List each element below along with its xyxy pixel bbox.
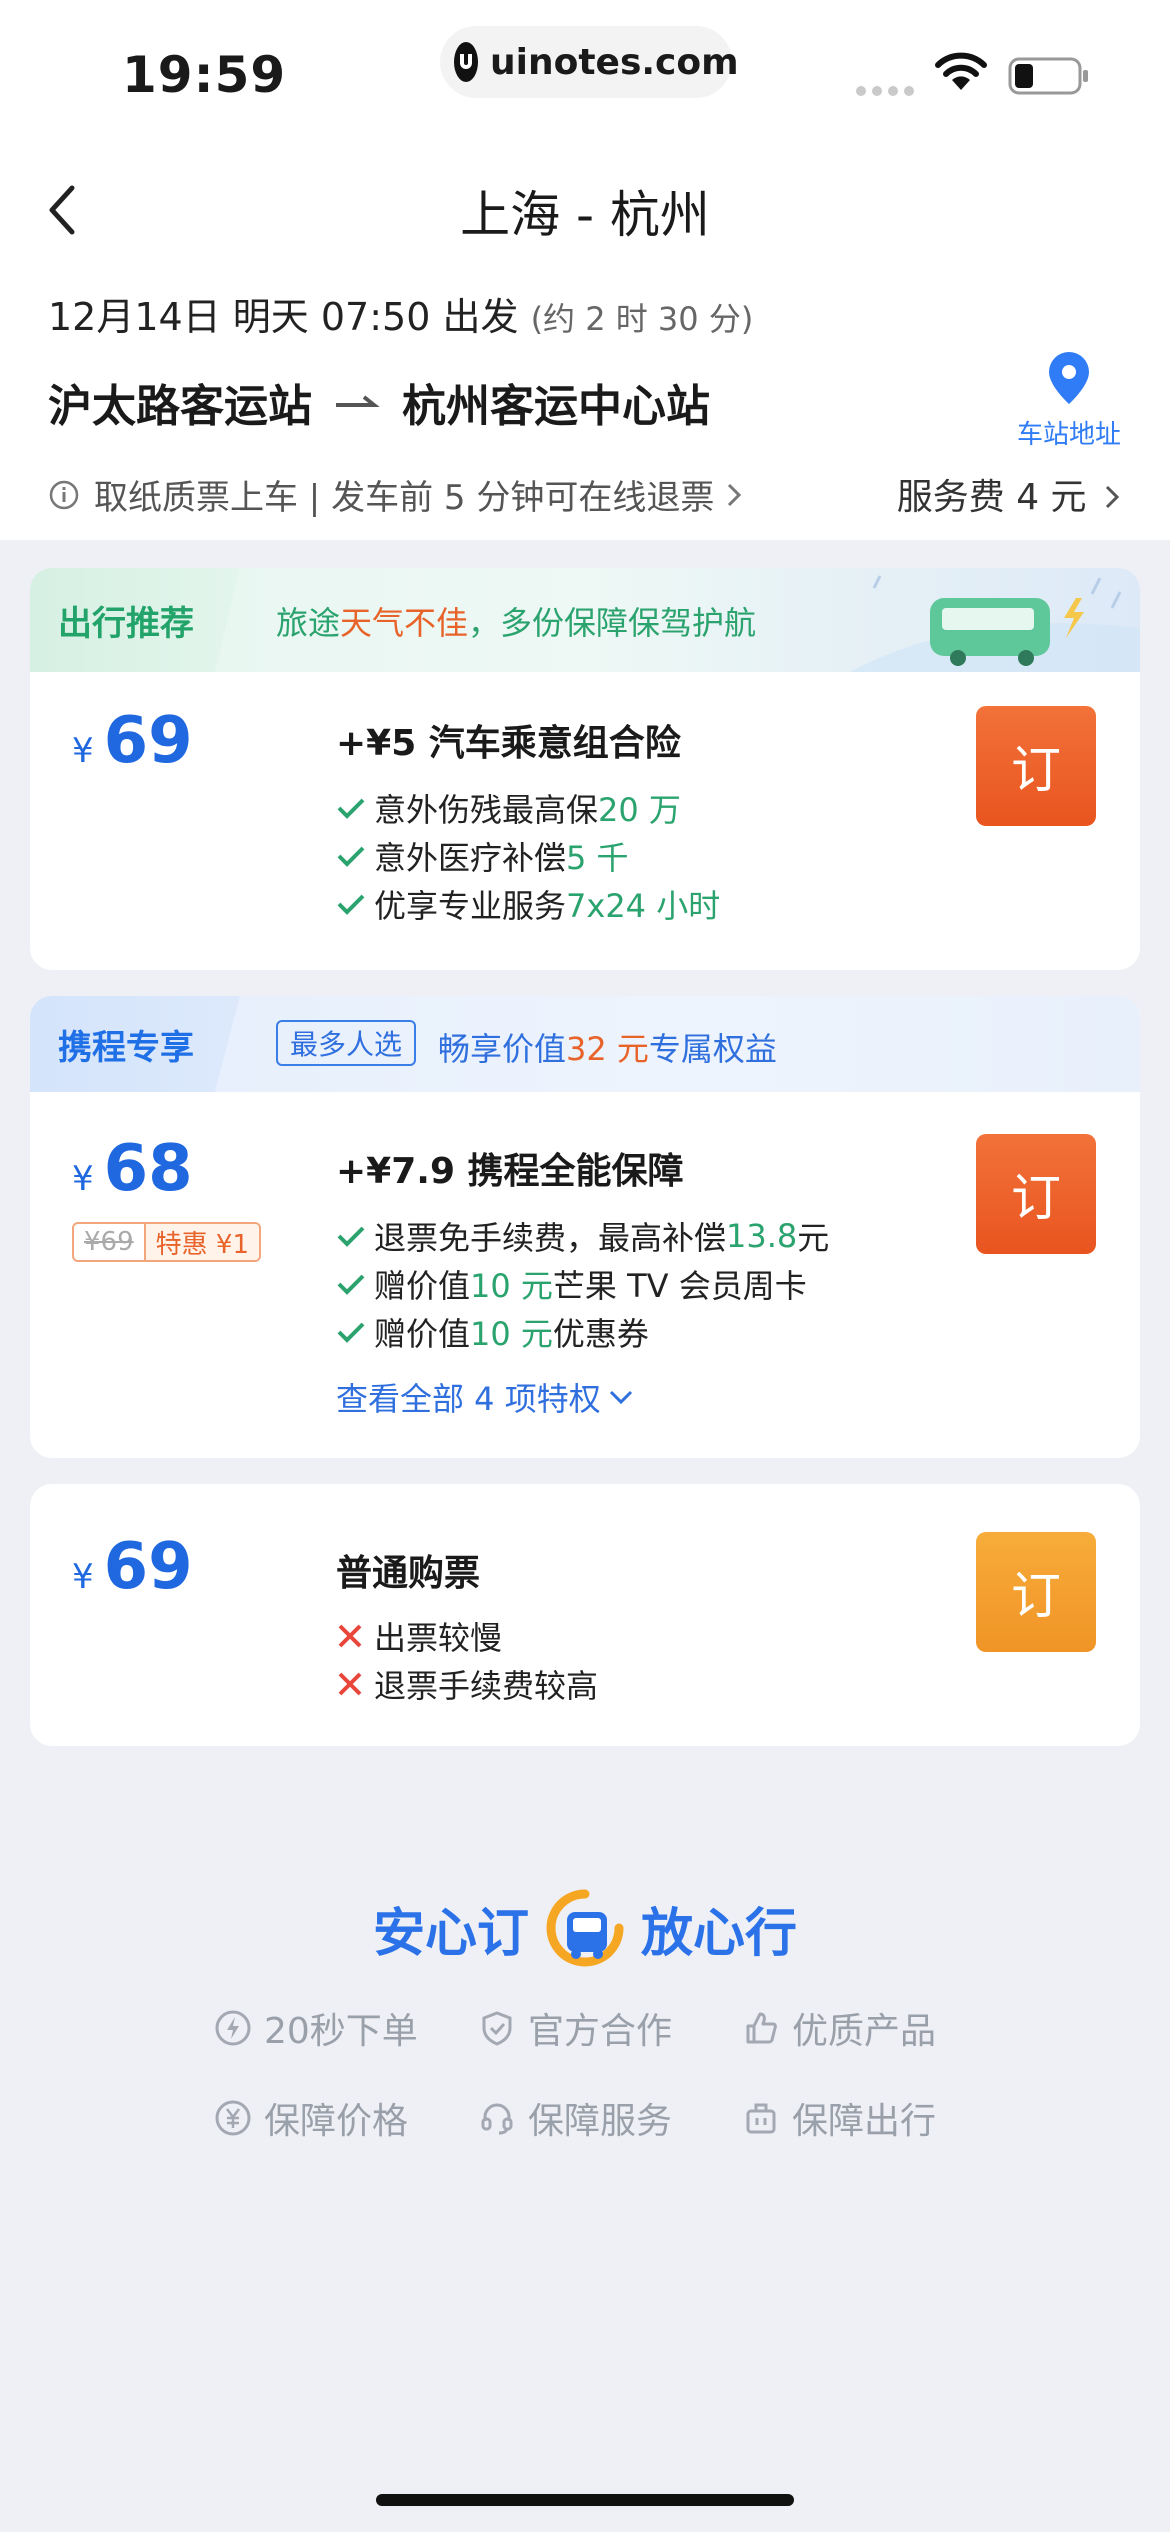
list-item: 退票免手续费，最高补偿 13.8 元 [336, 1212, 829, 1260]
location-pin-icon [1049, 352, 1089, 404]
book-button[interactable]: 订 [976, 1134, 1096, 1254]
price: ¥68 [72, 1132, 193, 1206]
check-icon [337, 846, 365, 867]
ticket-notice[interactable]: 取纸质票上车 | 发车前 5 分钟可在线退票 [48, 470, 744, 519]
guarantee-item: 官方合作 [478, 2002, 742, 2054]
route: 沪太路客运站 杭州客运中心站 [48, 370, 710, 434]
trip-duration: (约 2 时 30 分) [530, 300, 754, 338]
cellular-signal-icon [856, 86, 914, 96]
feature-list: 出票较慢 退票手续费较高 [336, 1612, 598, 1708]
chevron-down-icon [609, 1390, 632, 1405]
luggage-icon [746, 2103, 776, 2134]
price: ¥69 [72, 704, 193, 778]
station-address-button[interactable]: 车站地址 [1010, 350, 1128, 451]
book-button[interactable]: 订 [976, 706, 1096, 826]
chevron-right-icon [728, 483, 742, 506]
check-icon [337, 894, 365, 915]
plan-title: +¥7.9 携程全能保障 [336, 1151, 684, 1192]
card-banner: 携程专享 最多人选 畅享价值32 元专属权益 [30, 996, 1140, 1092]
card-tag: 出行推荐 [30, 568, 240, 672]
to-station: 杭州客运中心站 [402, 381, 710, 432]
list-item: 赠价值 10 元优惠券 [336, 1308, 829, 1356]
shield-check-icon [482, 2011, 512, 2046]
banner-text: 畅享价值32 元专属权益 [438, 1030, 777, 1068]
site-logo-icon [454, 42, 478, 82]
brand-slogan: 安心订 放心行 [0, 1888, 1170, 1968]
battery-icon [1008, 57, 1088, 95]
guarantee-item: 保障出行 [742, 2092, 974, 2144]
plan-card-basic[interactable]: ¥69 普通购票 出票较慢 退票手续费较高 订 [30, 1484, 1140, 1746]
guarantee-item: 20秒下单 [214, 2002, 478, 2054]
lightning-icon [215, 2010, 251, 2046]
departure-time: 12月14日 明天 07:50 出发 (约 2 时 30 分) [48, 295, 754, 339]
from-station: 沪太路客运站 [48, 381, 312, 432]
card-tag: 携程专享 [30, 996, 240, 1092]
discount-amount: 特惠 ¥1 [143, 1224, 259, 1260]
guarantee-row: 保障价格 保障服务 保障出行 [214, 2092, 974, 2144]
book-button[interactable]: 订 [976, 1532, 1096, 1652]
guarantee-item: 优质产品 [742, 2002, 974, 2054]
chevron-right-icon [1105, 485, 1120, 509]
guarantee-item: 保障价格 [214, 2092, 478, 2144]
feature-list: 意外伤残最高保 20 万 意外医疗补偿 5 千 优享专业服务 7x24 小时 [336, 784, 720, 928]
url-text: uinotes.com [490, 41, 739, 83]
guarantee-item: 保障服务 [478, 2092, 742, 2144]
check-icon [337, 1226, 365, 1247]
discount-badge: ¥69 特惠 ¥1 [72, 1222, 261, 1262]
plan-card-recommended[interactable]: 出行推荐 旅途天气不佳，多份保障保驾护航 ¥69 +¥5 汽车乘意组合险 意外伤… [30, 568, 1140, 970]
card-banner: 出行推荐 旅途天气不佳，多份保障保驾护航 [30, 568, 1140, 672]
feature-list: 退票免手续费，最高补偿 13.8 元 赠价值 10 元芒果 TV 会员周卡 赠价… [336, 1212, 829, 1356]
list-item: 赠价值 10 元芒果 TV 会员周卡 [336, 1260, 829, 1308]
plan-title: +¥5 汽车乘意组合险 [336, 723, 681, 764]
guarantee-row: 20秒下单 官方合作 优质产品 [214, 2002, 974, 2054]
route-arrow-icon [334, 392, 380, 412]
cross-icon [338, 1672, 362, 1696]
view-all-benefits-link[interactable]: 查看全部 4 项特权 [336, 1374, 635, 1420]
bus-illustration-icon [850, 575, 1140, 672]
list-item: 意外医疗补偿 5 千 [336, 832, 720, 880]
page-title: 上海 - 杭州 [460, 186, 710, 244]
most-chosen-badge: 最多人选 [276, 1020, 417, 1066]
banner-text: 旅途天气不佳，多份保障保驾护航 [276, 604, 757, 642]
price: ¥69 [72, 1530, 193, 1604]
check-icon [337, 1274, 365, 1295]
url-pill[interactable]: uinotes.com [440, 26, 739, 98]
list-item: 退票手续费较高 [336, 1660, 598, 1708]
home-indicator[interactable] [376, 2494, 794, 2506]
original-price: ¥69 [84, 1227, 134, 1257]
bus-logo-icon [546, 1889, 624, 1967]
list-item: 优享专业服务 7x24 小时 [336, 880, 720, 928]
info-icon [49, 480, 79, 509]
list-item: 意外伤残最高保 20 万 [336, 784, 720, 832]
yuan-icon [215, 2100, 251, 2136]
check-icon [337, 1322, 365, 1343]
cross-icon [338, 1624, 362, 1648]
thumbs-up-icon [746, 2012, 777, 2044]
plan-card-exclusive[interactable]: 携程专享 最多人选 畅享价值32 元专属权益 ¥68 ¥69 特惠 ¥1 +¥7… [30, 996, 1140, 1458]
trip-header: 上海 - 杭州 12月14日 明天 07:50 出发 (约 2 时 30 分) … [0, 150, 1170, 540]
station-address-label: 车站地址 [1016, 420, 1121, 450]
status-bar: 19:59 uinotes.com [0, 0, 1170, 150]
list-item: 出票较慢 [336, 1612, 598, 1660]
headset-icon [481, 2103, 513, 2135]
wifi-icon [935, 52, 987, 90]
check-icon [337, 798, 365, 819]
status-time: 19:59 [122, 46, 287, 104]
service-fee-link[interactable]: 服务费 4 元 [897, 468, 1122, 520]
plan-title: 普通购票 [336, 1553, 481, 1594]
